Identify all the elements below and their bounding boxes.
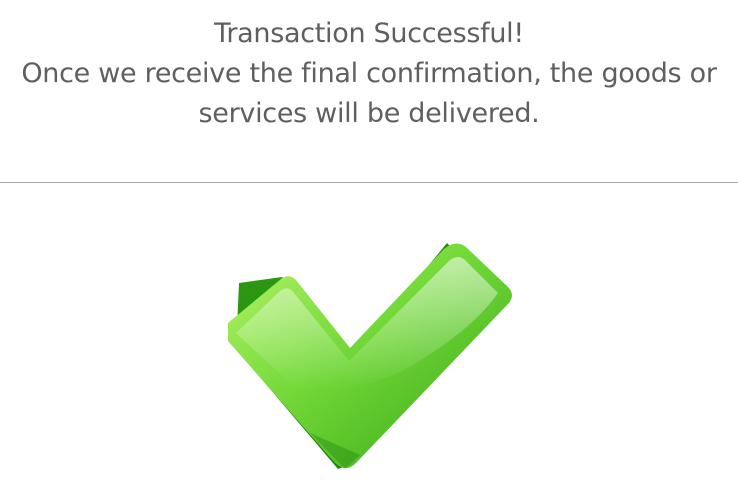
- confirmation-text-line-2: services will be delivered.: [198, 98, 540, 129]
- success-icon-area: [0, 183, 738, 490]
- checkmark-icon: [228, 243, 512, 469]
- confirmation-text-line-1: Once we receive the final confirmation, …: [21, 58, 717, 89]
- confirmation-message: Transaction Successful! Once we receive …: [0, 14, 738, 134]
- confirmation-title: Transaction Successful!: [214, 18, 524, 49]
